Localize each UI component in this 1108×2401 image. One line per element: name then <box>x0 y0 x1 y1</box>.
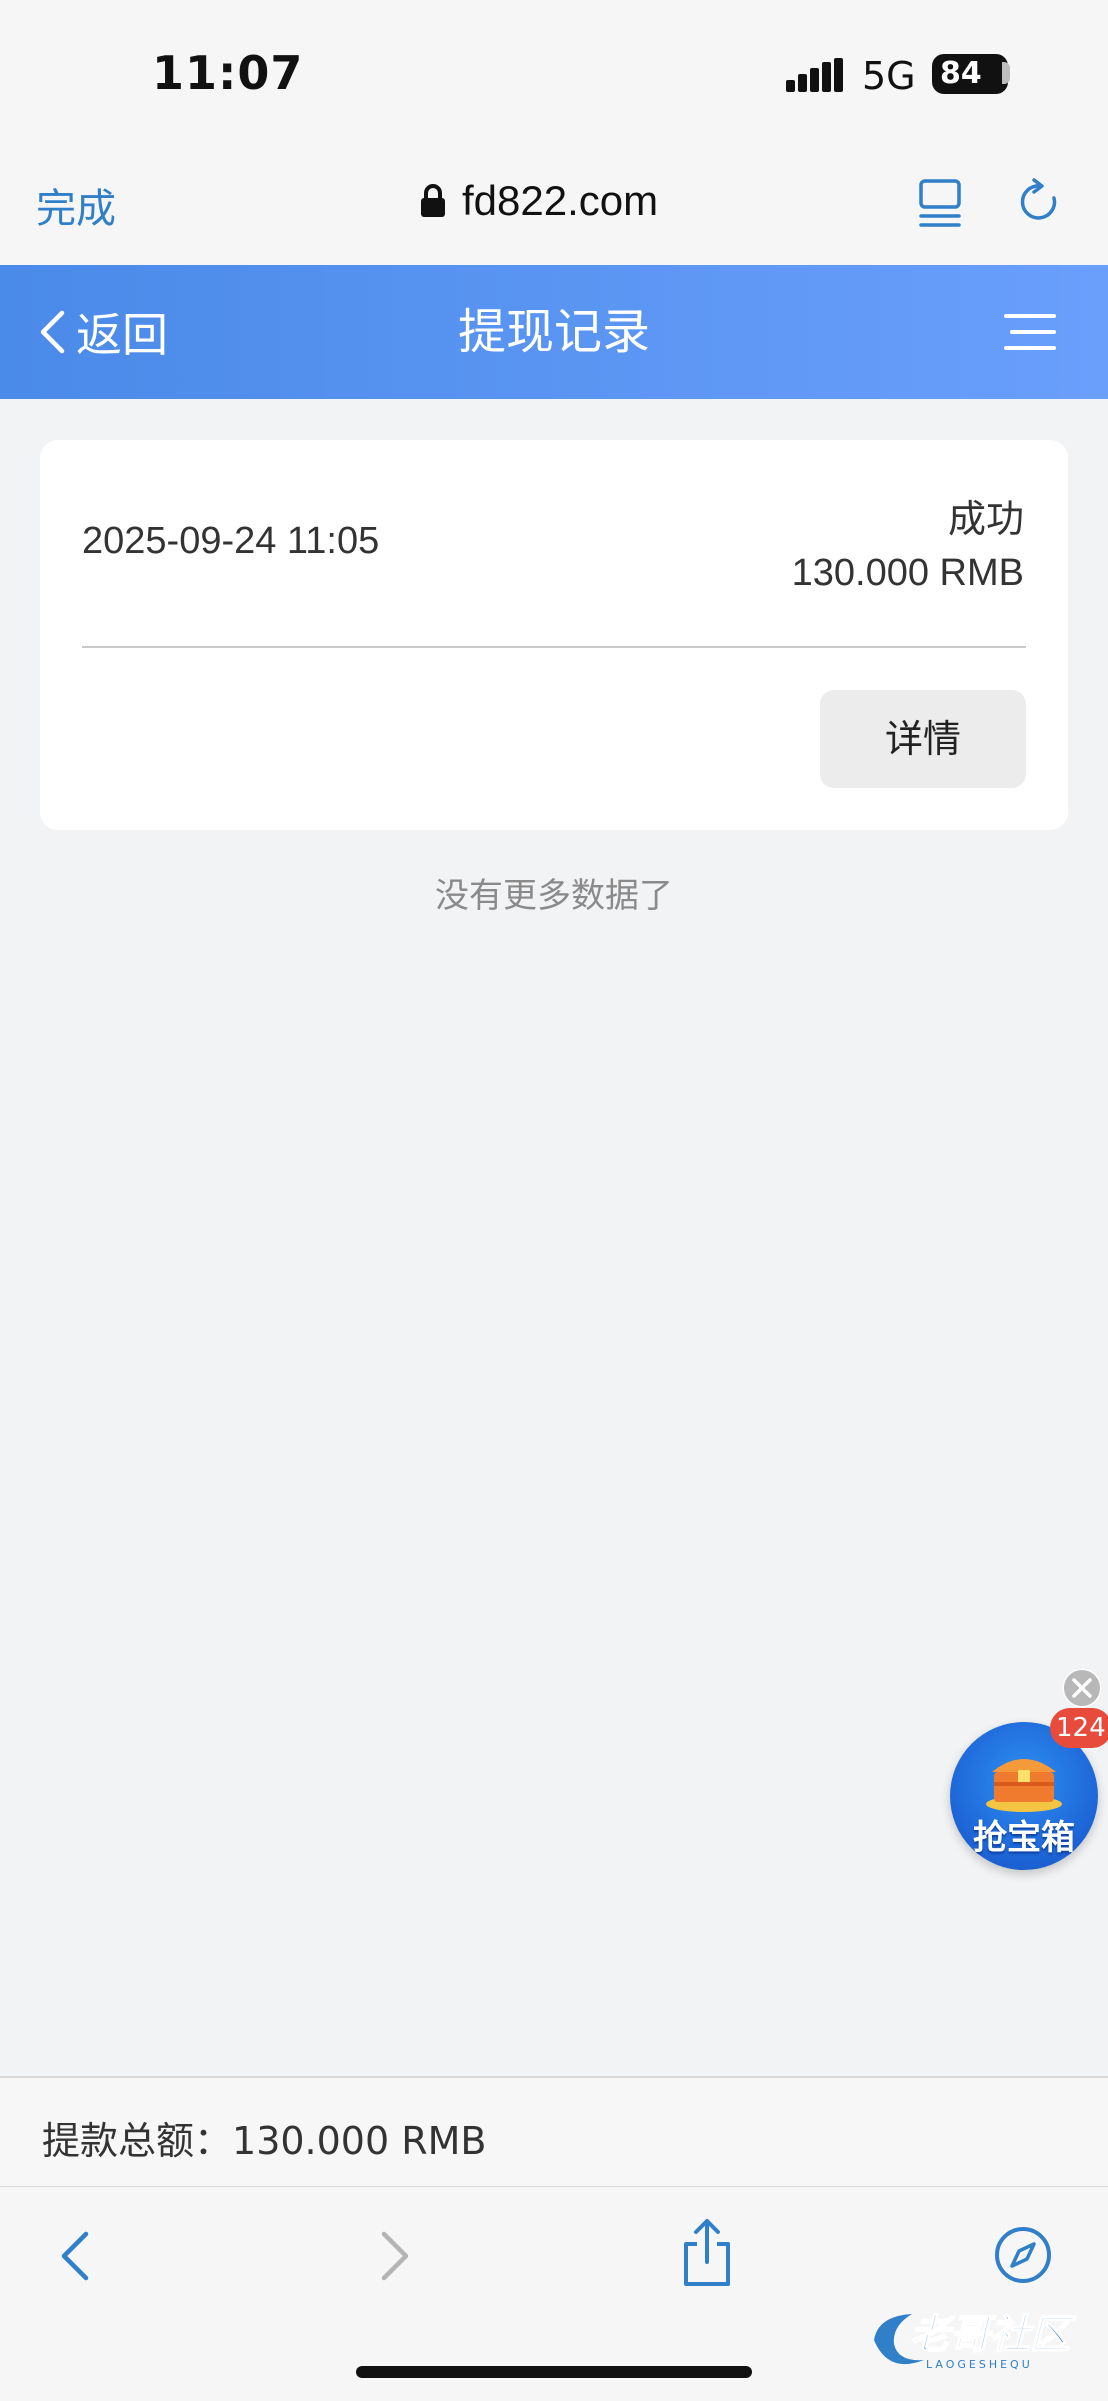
home-indicator <box>356 2366 752 2378</box>
menu-icon[interactable] <box>1004 312 1056 352</box>
back-label: 返回 <box>76 308 168 362</box>
detail-button[interactable]: 详情 <box>820 690 1026 788</box>
watermark-subtext: LAOGESHEQU <box>926 2358 1033 2371</box>
watermark-logo: 老哥社区 LAOGESHEQU <box>874 2311 1077 2371</box>
network-type: 5G <box>862 54 916 98</box>
record-amount: 130.000 RMB <box>791 552 1024 594</box>
reload-icon[interactable] <box>1016 176 1064 228</box>
withdraw-total: 提款总额：130.000 RMB <box>42 2110 487 2165</box>
battery-icon: 84 <box>932 54 1008 94</box>
done-button[interactable]: 完成 <box>36 176 116 234</box>
battery-cap <box>1002 62 1010 84</box>
treasure-chest-icon <box>986 1759 1062 1812</box>
close-icon[interactable] <box>1062 1668 1102 1708</box>
url-field[interactable]: fd822.com <box>420 176 658 226</box>
reader-icon[interactable] <box>918 178 962 228</box>
compass-icon[interactable] <box>994 2226 1052 2284</box>
record-datetime: 2025-09-24 11:05 <box>82 520 380 562</box>
list-end-text: 没有更多数据了 <box>435 876 673 916</box>
total-value: 130.000 RMB <box>232 2119 487 2163</box>
signal-icon <box>786 58 843 92</box>
record-divider <box>82 646 1026 648</box>
url-text: fd822.com <box>462 177 659 224</box>
share-icon[interactable] <box>680 2218 734 2288</box>
browser-back-icon[interactable] <box>56 2228 92 2284</box>
lock-icon <box>421 184 445 217</box>
status-time: 11:07 <box>152 46 304 100</box>
treasure-count-badge: 124 <box>1050 1708 1108 1748</box>
back-button[interactable]: 返回 <box>38 302 168 362</box>
total-label: 提款总额： <box>42 2119 233 2163</box>
chevron-left-icon <box>40 310 65 354</box>
watermark-text: 老哥社区 <box>910 2312 1076 2358</box>
treasure-box-label: 抢宝箱 <box>973 1818 1075 1858</box>
browser-forward-icon[interactable] <box>378 2228 414 2284</box>
record-status: 成功 <box>947 497 1024 541</box>
